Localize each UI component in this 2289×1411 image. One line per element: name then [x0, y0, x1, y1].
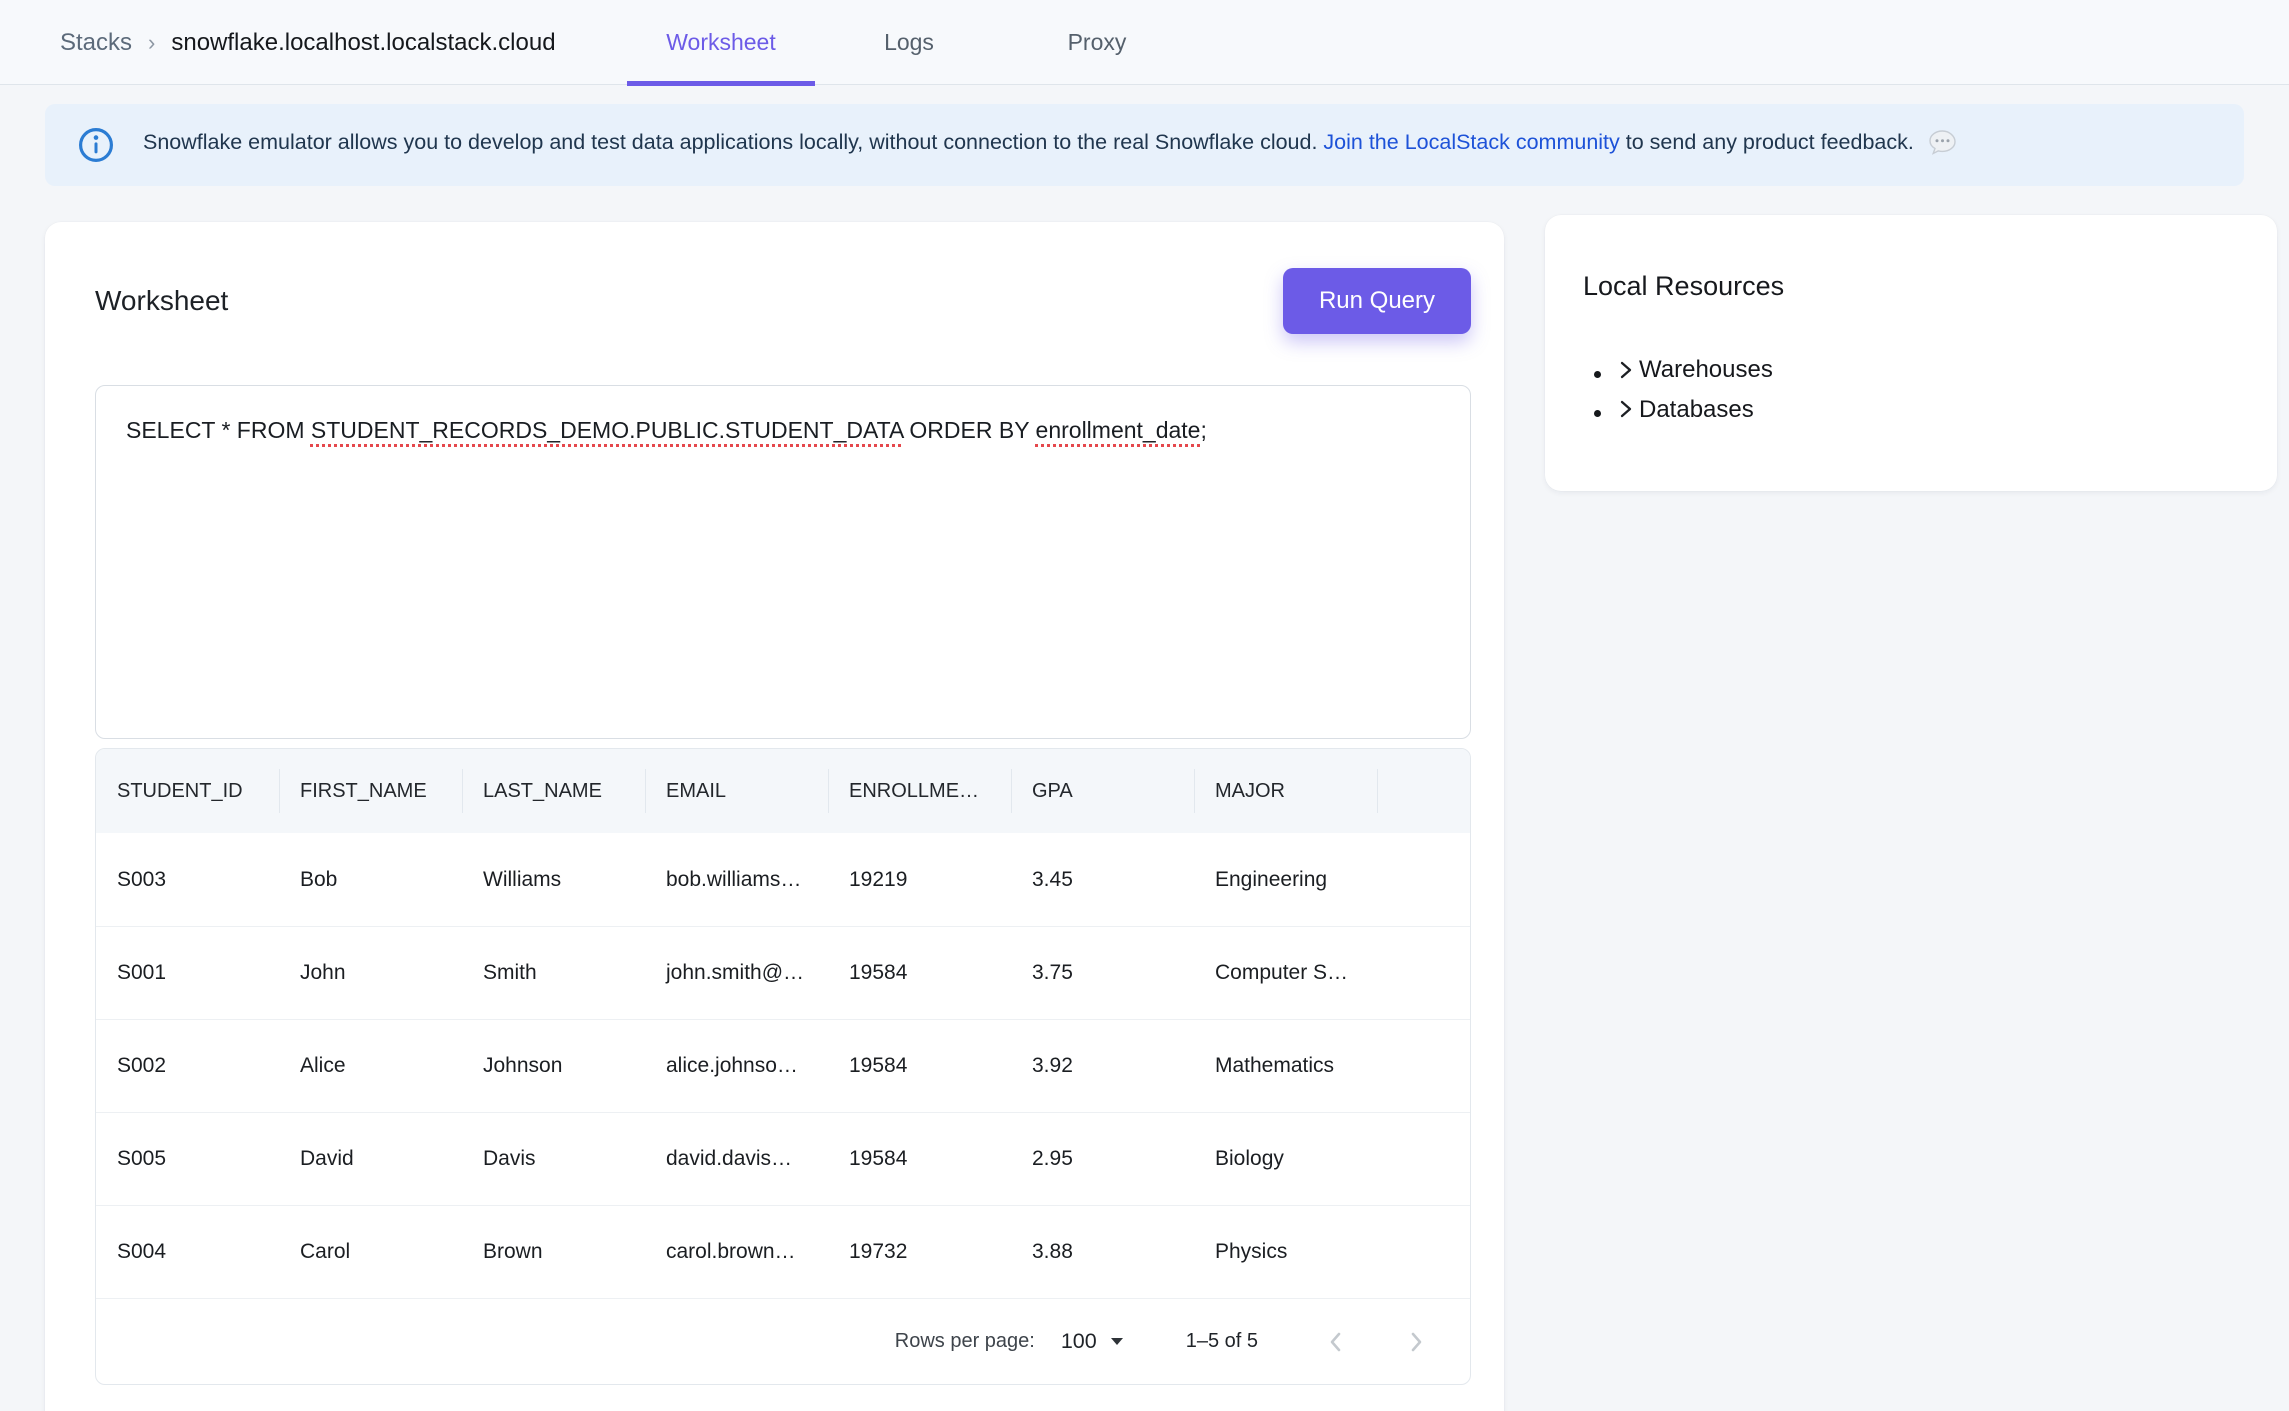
table-cell: Bob — [279, 868, 462, 892]
next-page-button[interactable] — [1392, 1318, 1440, 1366]
table-row[interactable]: S003BobWilliamsbob.williams…192193.45Eng… — [96, 833, 1470, 926]
tab-worksheet[interactable]: Worksheet — [627, 0, 815, 85]
sql-query-editor[interactable]: SELECT * FROM STUDENT_RECORDS_DEMO.PUBLI… — [95, 385, 1471, 739]
sql-token-misspelled: enrollment_date — [1036, 417, 1201, 443]
table-cell: Williams — [462, 868, 645, 892]
table-cell: Smith — [462, 961, 645, 985]
column-header-student-id[interactable]: STUDENT_ID — [96, 766, 279, 816]
resource-tree-item-databases[interactable]: Databases — [1615, 392, 2237, 432]
table-row[interactable]: S001JohnSmithjohn.smith@…195843.75Comput… — [96, 926, 1470, 1019]
local-resources-title: Local Resources — [1583, 271, 2237, 302]
caret-down-icon — [1110, 1337, 1124, 1346]
table-cell: Biology — [1194, 1147, 1377, 1171]
table-cell: 19584 — [828, 1054, 1011, 1078]
table-cell: S001 — [96, 961, 279, 985]
info-banner: Snowflake emulator allows you to develop… — [45, 104, 2244, 186]
table-cell: Physics — [1194, 1240, 1377, 1264]
resource-tree-item-warehouses[interactable]: Warehouses — [1615, 352, 2237, 392]
resource-label: Databases — [1639, 392, 1754, 427]
chevron-right-icon — [1403, 1329, 1429, 1355]
pagination-bar: Rows per page: 100 1–5 of 5 — [96, 1298, 1470, 1384]
tab-label: Logs — [884, 29, 934, 56]
table-cell: Brown — [462, 1240, 645, 1264]
run-query-button[interactable]: Run Query — [1283, 268, 1471, 334]
resource-label: Warehouses — [1639, 352, 1773, 387]
join-localstack-community-link[interactable]: Join the LocalStack community — [1323, 130, 1619, 154]
table-cell: Carol — [279, 1240, 462, 1264]
column-header-major[interactable]: MAJOR — [1194, 766, 1377, 816]
local-resources-tree: Warehouses Databases — [1583, 352, 2237, 431]
table-cell: 3.75 — [1011, 961, 1194, 985]
results-table-header-row: STUDENT_IDFIRST_NAMELAST_NAMEEMAILENROLL… — [96, 749, 1470, 833]
tab-proxy[interactable]: Proxy — [1003, 0, 1191, 85]
worksheet-title: Worksheet — [95, 285, 228, 317]
sql-token: SELECT * FROM — [126, 417, 311, 443]
breadcrumb: Stacks › snowflake.localhost.localstack.… — [60, 0, 556, 85]
sql-token: ; — [1200, 417, 1206, 443]
breadcrumb-stacks-link[interactable]: Stacks — [60, 29, 132, 57]
column-header-spacer — [1377, 766, 1470, 816]
banner-text-before: Snowflake emulator allows you to develop… — [143, 130, 1317, 154]
table-cell: S004 — [96, 1240, 279, 1264]
tab-bar: Worksheet Logs Proxy — [627, 0, 1191, 85]
table-cell: Johnson — [462, 1054, 645, 1078]
rows-per-page-label: Rows per page: — [895, 1330, 1035, 1353]
column-header-gpa[interactable]: GPA — [1011, 766, 1194, 816]
table-cell: 19584 — [828, 1147, 1011, 1171]
table-cell: john.smith@… — [645, 961, 828, 985]
local-resources-panel: Local Resources Warehouses Databases — [1545, 215, 2277, 491]
table-cell: S002 — [96, 1054, 279, 1078]
column-header-enrollme[interactable]: ENROLLME… — [828, 766, 1011, 816]
table-cell: 3.88 — [1011, 1240, 1194, 1264]
banner-text-after: to send any product feedback. — [1626, 130, 1914, 154]
worksheet-header: Worksheet Run Query — [95, 268, 1471, 334]
table-cell: 19584 — [828, 961, 1011, 985]
table-row[interactable]: S002AliceJohnsonalice.johnso…195843.92Ma… — [96, 1019, 1470, 1112]
chevron-right-icon — [1615, 397, 1636, 421]
table-row[interactable]: S005DavidDavisdavid.davis…195842.95Biolo… — [96, 1112, 1470, 1205]
rows-per-page-value: 100 — [1061, 1329, 1097, 1354]
previous-page-button[interactable] — [1312, 1318, 1360, 1366]
table-cell: S005 — [96, 1147, 279, 1171]
breadcrumb-current-stack: snowflake.localhost.localstack.cloud — [171, 29, 555, 57]
worksheet-panel: Worksheet Run Query SELECT * FROM STUDEN… — [45, 222, 1504, 1411]
tab-label: Proxy — [1068, 29, 1127, 56]
banner-message: Snowflake emulator allows you to develop… — [143, 127, 1957, 164]
table-cell: Mathematics — [1194, 1054, 1377, 1078]
table-cell: david.davis… — [645, 1147, 828, 1171]
sql-token: ORDER BY — [903, 417, 1036, 443]
speech-bubble-icon — [1928, 129, 1957, 164]
table-cell: 19219 — [828, 868, 1011, 892]
results-table: STUDENT_IDFIRST_NAMELAST_NAMEEMAILENROLL… — [95, 748, 1471, 1385]
table-cell: carol.brown… — [645, 1240, 828, 1264]
tab-logs[interactable]: Logs — [815, 0, 1003, 85]
table-cell: alice.johnso… — [645, 1054, 828, 1078]
table-cell: bob.williams… — [645, 868, 828, 892]
rows-per-page-select[interactable]: 100 — [1061, 1329, 1124, 1354]
table-cell: Davis — [462, 1147, 645, 1171]
results-table-body: S003BobWilliamsbob.williams…192193.45Eng… — [96, 833, 1470, 1298]
table-cell: 3.92 — [1011, 1054, 1194, 1078]
table-cell: 19732 — [828, 1240, 1011, 1264]
column-header-email[interactable]: EMAIL — [645, 766, 828, 816]
table-cell: S003 — [96, 868, 279, 892]
tab-label: Worksheet — [666, 29, 776, 56]
top-navigation-bar: Stacks › snowflake.localhost.localstack.… — [0, 0, 2289, 85]
sql-token-misspelled: STUDENT_RECORDS_DEMO.PUBLIC.STUDENT_DATA — [311, 417, 903, 443]
pagination-range: 1–5 of 5 — [1186, 1330, 1258, 1353]
chevron-left-icon — [1323, 1329, 1349, 1355]
table-cell: John — [279, 961, 462, 985]
table-cell: 3.45 — [1011, 868, 1194, 892]
column-header-last-name[interactable]: LAST_NAME — [462, 766, 645, 816]
column-header-first-name[interactable]: FIRST_NAME — [279, 766, 462, 816]
table-cell: Engineering — [1194, 868, 1377, 892]
table-cell: 2.95 — [1011, 1147, 1194, 1171]
breadcrumb-separator: › — [148, 30, 155, 56]
table-cell: Alice — [279, 1054, 462, 1078]
table-row[interactable]: S004CarolBrowncarol.brown…197323.88Physi… — [96, 1205, 1470, 1298]
chevron-right-icon — [1615, 358, 1636, 382]
table-cell: Computer S… — [1194, 961, 1377, 985]
info-icon — [77, 126, 115, 164]
table-cell: David — [279, 1147, 462, 1171]
